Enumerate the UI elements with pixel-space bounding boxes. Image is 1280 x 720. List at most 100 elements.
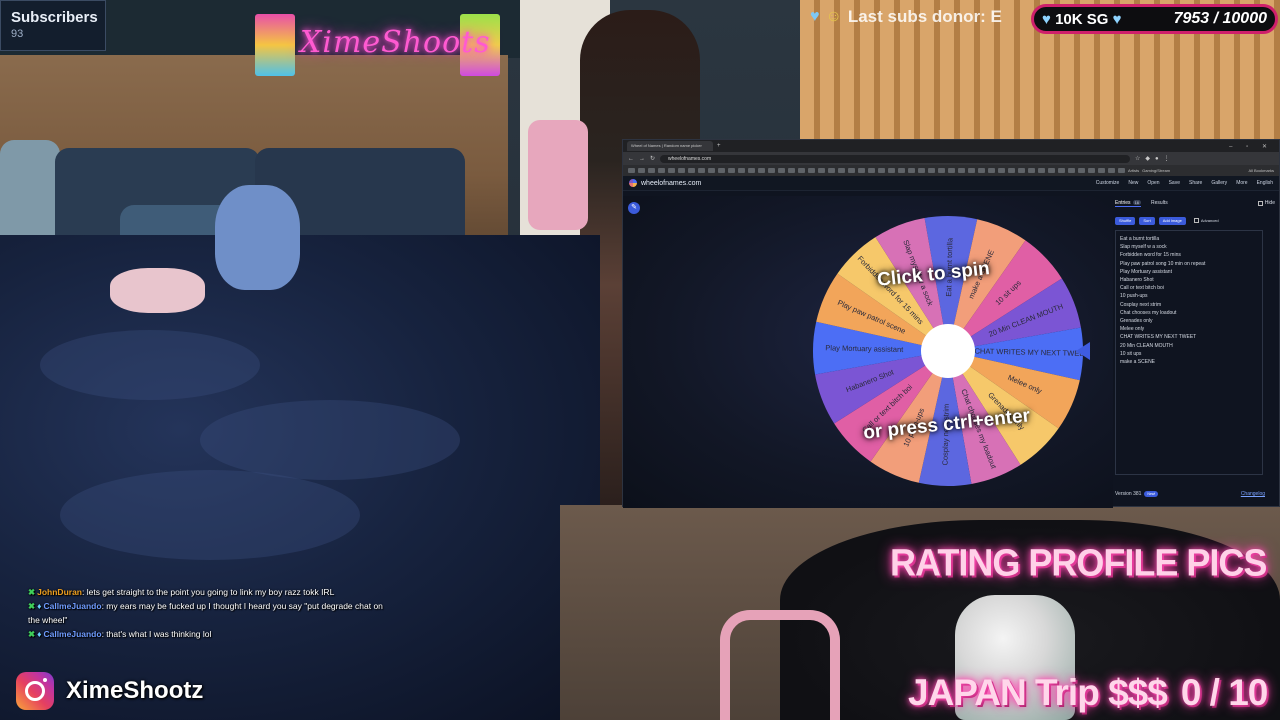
extensions-icon[interactable]: ◆: [1145, 155, 1150, 162]
advanced-checkbox[interactable]: [1193, 218, 1199, 223]
bookmark[interactable]: [1118, 168, 1125, 173]
bookmark[interactable]: [1108, 168, 1115, 173]
bookmark[interactable]: [718, 168, 725, 173]
bookmark[interactable]: [678, 168, 685, 173]
bookmark[interactable]: [1058, 168, 1065, 173]
chair-pink-frame: [720, 610, 840, 720]
bookmark[interactable]: [748, 168, 755, 173]
bookmark[interactable]: [1078, 168, 1085, 173]
bookmark[interactable]: [658, 168, 665, 173]
tab-entries[interactable]: Entries 16: [1115, 199, 1142, 207]
all-bookmarks[interactable]: All Bookmarks: [1248, 168, 1274, 173]
bookmark[interactable]: [988, 168, 995, 173]
wheel-slice-label: Play Mortuary assistant: [825, 343, 904, 354]
back-icon[interactable]: ←: [628, 156, 634, 162]
bookmark[interactable]: [648, 168, 655, 173]
bookmark[interactable]: [778, 168, 785, 173]
changelog-link[interactable]: Changelog: [1241, 491, 1265, 497]
bookmark[interactable]: [1048, 168, 1055, 173]
sort-button[interactable]: Sort: [1139, 216, 1155, 225]
bookmark[interactable]: [1088, 168, 1095, 173]
bookmark[interactable]: [808, 168, 815, 173]
bookmark[interactable]: [1028, 168, 1035, 173]
menu-more[interactable]: More: [1236, 180, 1247, 186]
bookmark[interactable]: [888, 168, 895, 173]
spin-wheel[interactable]: Eat a burnt tortilla make a SCENE 10 sit u…: [811, 214, 1090, 488]
bookmark[interactable]: [998, 168, 1005, 173]
menu-icon[interactable]: ⋮: [1164, 155, 1170, 162]
bookmark[interactable]: [638, 168, 645, 173]
bookmark[interactable]: [948, 168, 955, 173]
bookmark[interactable]: [978, 168, 985, 173]
bookmark[interactable]: [728, 168, 735, 173]
bookmark[interactable]: [708, 168, 715, 173]
japan-trip-goal: JAPAN Trip $$$ 0 / 10: [908, 672, 1268, 714]
bookmark[interactable]: [938, 168, 945, 173]
add-image-button[interactable]: Add image: [1158, 216, 1186, 225]
site-logo-text: wheelofnames.com: [641, 179, 702, 187]
bookmark[interactable]: [738, 168, 745, 173]
entries-panel: Entries 16 Results Hide Shuffle Sort Add …: [1115, 198, 1275, 508]
bookmark[interactable]: [1068, 168, 1075, 173]
bookmark[interactable]: [928, 168, 935, 173]
bookmark[interactable]: [818, 168, 825, 173]
bookmark[interactable]: [788, 168, 795, 173]
bookmark[interactable]: [1008, 168, 1015, 173]
site-logo[interactable]: wheelofnames.com: [629, 179, 701, 187]
browser-tab[interactable]: Wheel of Names | Random name picker: [627, 141, 713, 151]
menu-save[interactable]: Save: [1169, 180, 1180, 186]
entries-textarea[interactable]: Eat a burnt tortilla Slap myself w a sock…: [1115, 230, 1263, 475]
bookmark[interactable]: [868, 168, 875, 173]
bookmark[interactable]: [858, 168, 865, 173]
forward-icon[interactable]: →: [639, 156, 645, 162]
hide-checkbox[interactable]: [1257, 200, 1263, 206]
bookmark-folder[interactable]: Gaming/Stream: [1142, 168, 1170, 173]
new-tab-icon[interactable]: +: [717, 143, 721, 149]
edit-icon[interactable]: ✎: [628, 202, 640, 214]
instagram-name: XimeShootz: [66, 677, 204, 704]
bookmark[interactable]: [698, 168, 705, 173]
bookmark[interactable]: [1098, 168, 1105, 173]
shuffle-button[interactable]: Shuffle: [1115, 216, 1136, 225]
menu-share[interactable]: Share: [1189, 180, 1202, 186]
bookmark-folder[interactable]: Artists: [1128, 168, 1139, 173]
bookmark[interactable]: [688, 168, 695, 173]
bookmark[interactable]: [1038, 168, 1045, 173]
advanced-toggle[interactable]: Advanced: [1193, 218, 1219, 223]
wheel-center[interactable]: [921, 324, 975, 378]
bookmark[interactable]: [878, 168, 885, 173]
bookmark[interactable]: [968, 168, 975, 173]
entry-item: Play Mortuary assistant: [1120, 268, 1172, 275]
bookmark[interactable]: [918, 168, 925, 173]
star-icon[interactable]: ☆: [1135, 155, 1140, 162]
chat-username[interactable]: CallmeJuando: [43, 629, 101, 639]
menu-customize[interactable]: Customize: [1096, 180, 1120, 186]
menu-gallery[interactable]: Gallery: [1211, 180, 1227, 186]
window-controls[interactable]: – ▫ ✕: [1229, 143, 1279, 150]
menu-new[interactable]: New: [1128, 180, 1138, 186]
reload-icon[interactable]: ↻: [650, 155, 655, 162]
bookmark[interactable]: [758, 168, 765, 173]
chat-username[interactable]: CallmeJuando: [43, 601, 101, 611]
menu-open[interactable]: Open: [1147, 180, 1159, 186]
menu-language[interactable]: English: [1257, 180, 1273, 186]
entry-item: Slap myself w a sock: [1120, 244, 1167, 251]
bookmark[interactable]: [898, 168, 905, 173]
hide-toggle[interactable]: Hide: [1257, 200, 1275, 206]
bookmark[interactable]: [798, 168, 805, 173]
address-bar[interactable]: wheelofnames.com: [660, 154, 1131, 163]
bookmark[interactable]: [768, 168, 775, 173]
stitch-plush: [215, 185, 300, 290]
bookmark[interactable]: [848, 168, 855, 173]
chat-username[interactable]: JohnDuran: [37, 587, 82, 597]
bookmark[interactable]: [838, 168, 845, 173]
instagram-handle: XimeShootz: [16, 672, 203, 710]
profile-icon[interactable]: ●: [1155, 156, 1159, 162]
bookmark[interactable]: [668, 168, 675, 173]
tab-results[interactable]: Results: [1151, 200, 1168, 206]
bookmark[interactable]: [628, 168, 635, 173]
bookmark[interactable]: [1018, 168, 1025, 173]
bookmark[interactable]: [828, 168, 835, 173]
bookmark[interactable]: [908, 168, 915, 173]
bookmark[interactable]: [958, 168, 965, 173]
